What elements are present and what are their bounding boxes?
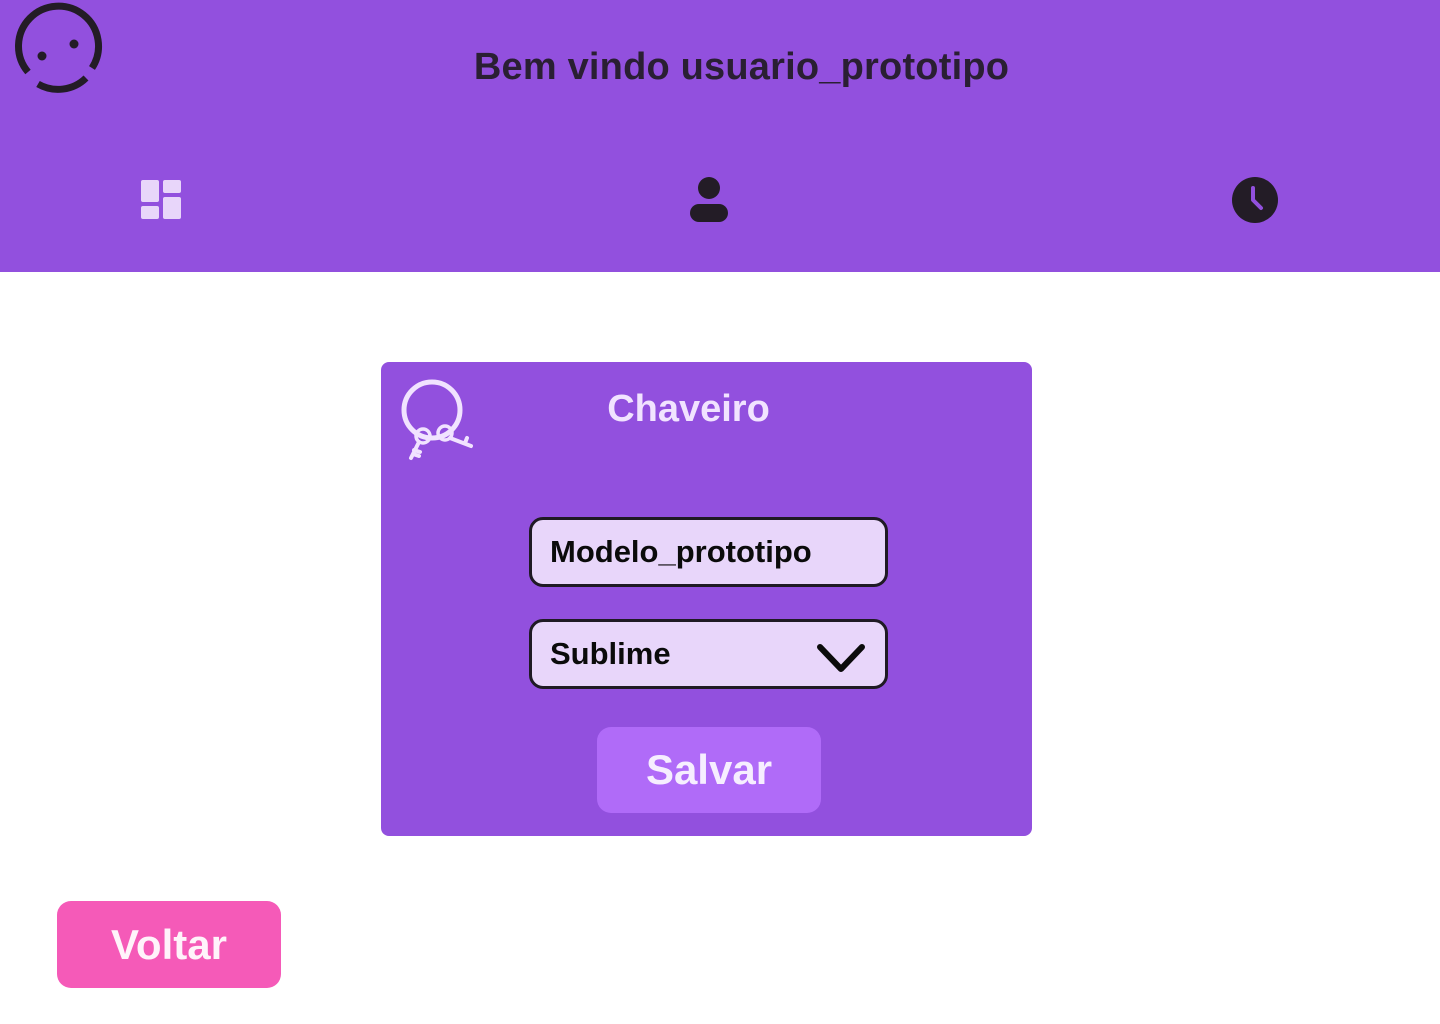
top-header: Bem vindo usuario_prototipo <box>0 0 1440 272</box>
save-button[interactable]: Salvar <box>597 727 821 813</box>
nav-dashboard-button[interactable] <box>129 168 193 232</box>
model-select[interactable]: Sublime <box>529 619 888 689</box>
model-input[interactable] <box>550 534 885 570</box>
chevron-down-icon[interactable] <box>817 642 865 674</box>
clock-icon <box>1232 177 1278 223</box>
card-title: Chaveiro <box>607 388 770 430</box>
keyring-card: Chaveiro Sublime Salvar <box>381 362 1032 836</box>
dashboard-icon <box>141 180 181 219</box>
back-button[interactable]: Voltar <box>57 901 281 988</box>
welcome-title: Bem vindo usuario_prototipo <box>473 46 1010 88</box>
model-field[interactable] <box>529 517 888 587</box>
nav-history-button[interactable] <box>1223 168 1287 232</box>
person-icon <box>690 177 728 222</box>
nav-profile-button[interactable] <box>677 168 741 232</box>
